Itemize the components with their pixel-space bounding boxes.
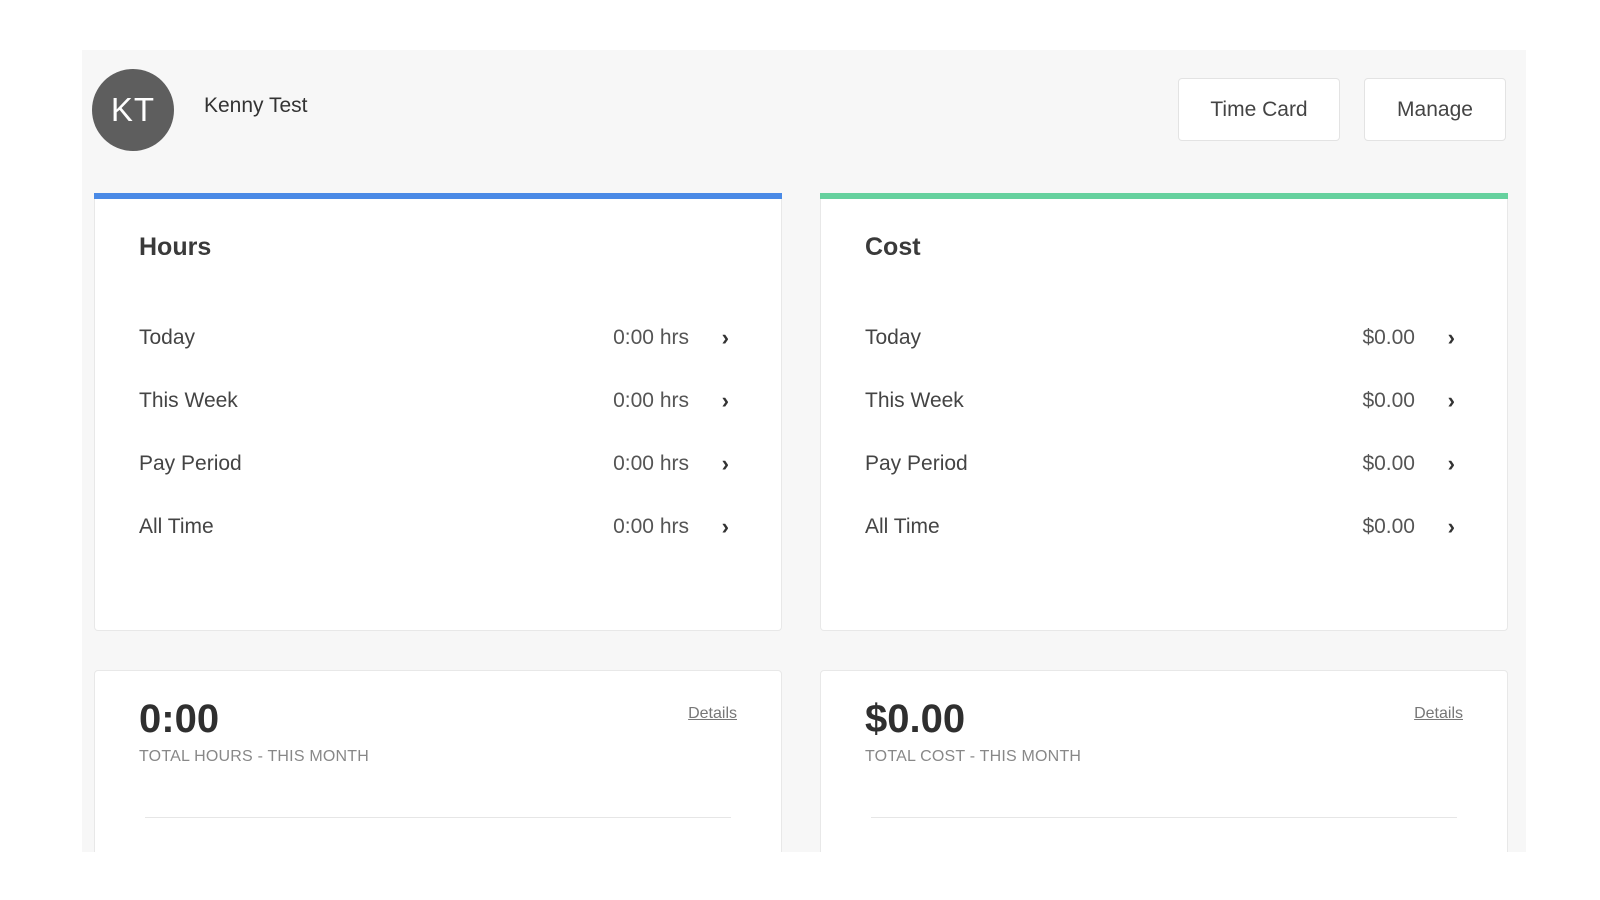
cost-details-link[interactable]: Details	[1414, 705, 1463, 723]
row-label: All Time	[139, 515, 214, 538]
row-label: All Time	[865, 515, 940, 538]
chevron-right-icon[interactable]: ›	[1415, 325, 1455, 351]
total-hours-card: 0:00 TOTAL HOURS - THIS MONTH Details	[94, 670, 782, 852]
row-value: $0.00	[1362, 389, 1415, 412]
chevron-right-icon[interactable]: ›	[1415, 451, 1455, 477]
row-value: 0:00 hrs	[613, 452, 689, 475]
row-label: Today	[865, 326, 922, 349]
user-name: Kenny Test	[204, 94, 308, 117]
row-value: $0.00	[1362, 515, 1415, 538]
hours-row-all-time[interactable]: All Time 0:00 hrs ›	[139, 507, 729, 547]
cost-row-all-time[interactable]: All Time $0.00 ›	[865, 507, 1455, 547]
row-value: 0:00 hrs	[613, 515, 689, 538]
cost-row-this-week[interactable]: This Week $0.00 ›	[865, 381, 1455, 421]
chevron-right-icon[interactable]: ›	[689, 451, 729, 477]
cost-row-today[interactable]: Today $0.00 ›	[865, 318, 1455, 358]
cost-accent-bar	[820, 193, 1508, 199]
chevron-right-icon[interactable]: ›	[1415, 514, 1455, 540]
total-cost-caption: TOTAL COST - THIS MONTH	[865, 748, 1082, 765]
time-card-button[interactable]: Time Card	[1178, 78, 1340, 141]
divider	[871, 817, 1457, 818]
total-hours-value: 0:00	[139, 697, 220, 741]
hours-row-pay-period[interactable]: Pay Period 0:00 hrs ›	[139, 444, 729, 484]
avatar: KT	[92, 69, 174, 151]
row-value: 0:00 hrs	[613, 389, 689, 412]
hours-card: Hours Today 0:00 hrs › This Week 0:00 hr…	[94, 193, 782, 631]
user-profile: KT Kenny Test	[92, 69, 308, 151]
chevron-right-icon[interactable]: ›	[1415, 388, 1455, 414]
row-label: This Week	[865, 389, 964, 412]
row-label: Pay Period	[139, 452, 242, 475]
hours-title: Hours	[139, 233, 212, 261]
cost-row-pay-period[interactable]: Pay Period $0.00 ›	[865, 444, 1455, 484]
row-label: Today	[139, 326, 196, 349]
dashboard-panel: KT Kenny Test Time Card Manage Hours Tod…	[82, 50, 1526, 852]
row-value: $0.00	[1362, 452, 1415, 475]
cost-title: Cost	[865, 233, 921, 261]
hours-row-today[interactable]: Today 0:00 hrs ›	[139, 318, 729, 358]
total-cost-value: $0.00	[865, 697, 966, 741]
chevron-right-icon[interactable]: ›	[689, 325, 729, 351]
cost-card: Cost Today $0.00 › This Week $0.00 › Pay…	[820, 193, 1508, 631]
total-cost-card: $0.00 TOTAL COST - THIS MONTH Details	[820, 670, 1508, 852]
total-hours-caption: TOTAL HOURS - THIS MONTH	[139, 748, 369, 765]
chevron-right-icon[interactable]: ›	[689, 388, 729, 414]
row-value: $0.00	[1362, 326, 1415, 349]
row-label: Pay Period	[865, 452, 968, 475]
hours-accent-bar	[94, 193, 782, 199]
manage-button[interactable]: Manage	[1364, 78, 1506, 141]
row-label: This Week	[139, 389, 238, 412]
chevron-right-icon[interactable]: ›	[689, 514, 729, 540]
hours-row-this-week[interactable]: This Week 0:00 hrs ›	[139, 381, 729, 421]
row-value: 0:00 hrs	[613, 326, 689, 349]
hours-details-link[interactable]: Details	[688, 705, 737, 723]
divider	[145, 817, 731, 818]
